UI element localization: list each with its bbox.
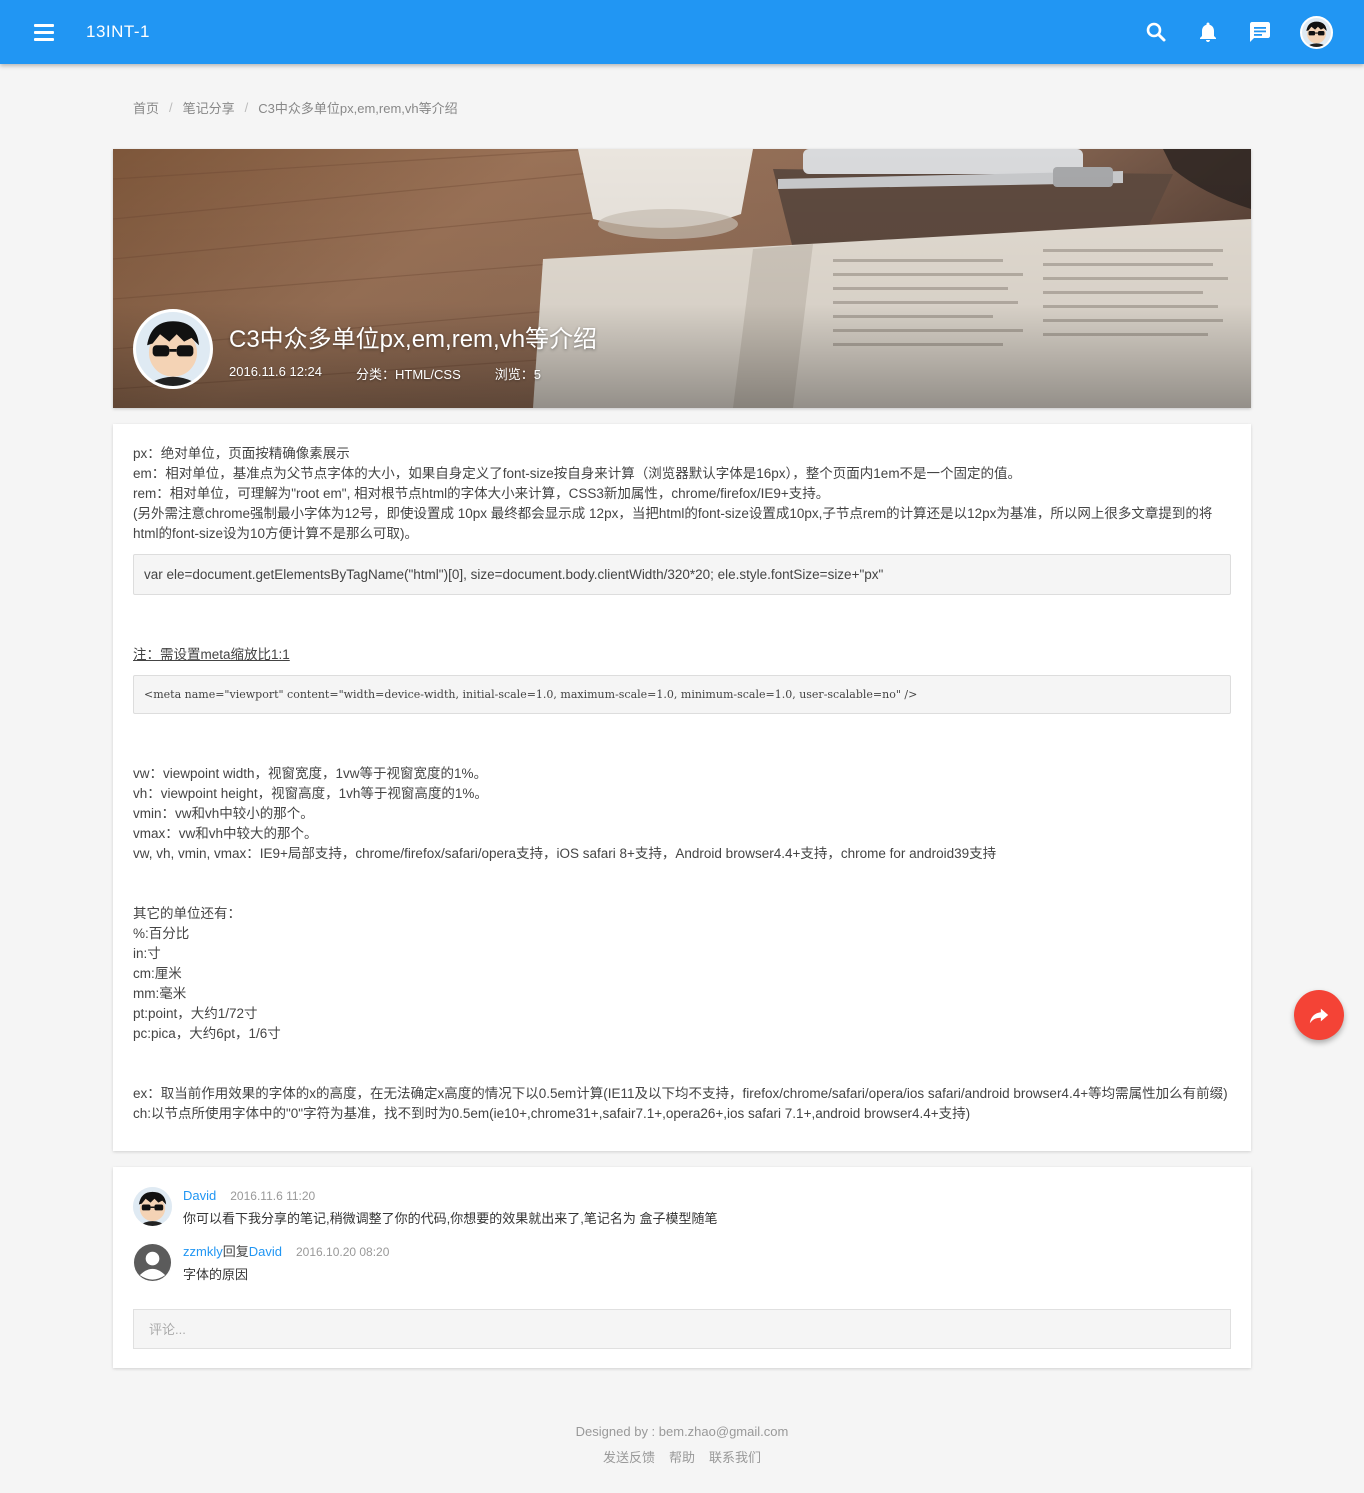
paragraph: em：相对单位，基准点为父节点字体的大小，如果自身定义了font-size按自身… xyxy=(133,466,1022,481)
article-title: C3中众多单位px,em,rem,vh等介绍 xyxy=(229,326,598,353)
comment-user[interactable]: zzmkly xyxy=(183,1244,223,1259)
comments-section: David 2016.11.6 11:20 你可以看下我分享的笔记,稍微调整了你的… xyxy=(113,1167,1251,1368)
article-views: 浏览：5 xyxy=(494,367,541,382)
user-icon xyxy=(133,1243,172,1282)
breadcrumb-separator: / xyxy=(169,100,173,115)
reply-target-user[interactable]: David xyxy=(249,1244,282,1259)
top-app-bar: 13INT-1 xyxy=(0,0,1364,64)
breadcrumb-notes[interactable]: 笔记分享 xyxy=(183,98,235,117)
menu-icon[interactable] xyxy=(28,20,60,46)
breadcrumb-current: C3中众多单位px,em,rem,vh等介绍 xyxy=(258,101,458,116)
paragraph: vw, vh, vmin, vmax：IE9+局部支持，chrome/firef… xyxy=(133,846,997,861)
message-icon[interactable] xyxy=(1248,20,1272,44)
app-title: 13INT-1 xyxy=(86,22,150,41)
paragraph: ch:以节点所使用字体中的"0"字符为基准，找不到时为0.5em(ie10+,c… xyxy=(133,1106,971,1121)
paragraph: px：绝对单位，页面按精确像素展示 xyxy=(133,446,350,461)
reply-label: 回复 xyxy=(222,1244,249,1259)
comment-time: 2016.10.20 08:20 xyxy=(295,1245,390,1259)
code-block: var ele=document.getElementsByTagName("h… xyxy=(133,554,1231,595)
search-icon[interactable] xyxy=(1144,20,1168,44)
paragraph: cm:厘米 xyxy=(133,966,182,981)
note-text: 注：需设置meta缩放比1:1 xyxy=(133,647,290,662)
comment-user[interactable]: David xyxy=(183,1188,216,1203)
comment-item: zzmkly回复David 2016.10.20 08:20 字体的原因 xyxy=(133,1243,1231,1299)
paragraph: vh：viewpoint height，视窗高度，1vh等于视窗高度的1%。 xyxy=(133,786,488,801)
breadcrumb: 首页 / 笔记分享 / C3中众多单位px,em,rem,vh等介绍 xyxy=(133,98,458,117)
paragraph: vmax：vw和vh中较大的那个。 xyxy=(133,826,318,841)
paragraph: (另外需注意chrome强制最小字体为12号，即使设置成 10px 最终都会显示… xyxy=(133,506,1213,541)
article-body: px：绝对单位，页面按精确像素展示 em：相对单位，基准点为父节点字体的大小，如… xyxy=(113,424,1251,1151)
breadcrumb-home[interactable]: 首页 xyxy=(133,98,159,117)
footer-link-feedback[interactable]: 发送反馈 xyxy=(603,1447,655,1466)
paragraph: pt:point，大约1/72寸 xyxy=(133,1006,258,1021)
comment-input[interactable] xyxy=(133,1309,1231,1349)
article-date: 2016.11.6 12:24 xyxy=(229,364,323,379)
article-hero: C3中众多单位px,em,rem,vh等介绍 2016.11.6 12:24 分… xyxy=(113,149,1251,408)
share-button[interactable] xyxy=(1294,990,1344,1040)
article-meta: 2016.11.6 12:24 分类：HTML/CSS 浏览：5 xyxy=(229,364,541,383)
paragraph: mm:毫米 xyxy=(133,986,187,1001)
paragraph: vw：viewpoint width，视窗宽度，1vw等于视窗宽度的1%。 xyxy=(133,766,488,781)
paragraph: rem：相对单位，可理解为"root em", 相对根节点html的字体大小来计… xyxy=(133,486,830,501)
author-avatar[interactable] xyxy=(133,309,213,389)
code-block: <meta name="viewport" content="width=dev… xyxy=(133,675,1231,714)
comment-text: 字体的原因 xyxy=(183,1267,249,1282)
comment-avatar[interactable] xyxy=(133,1243,172,1282)
footer-link-contact[interactable]: 联系我们 xyxy=(709,1447,761,1466)
comment-text: 你可以看下我分享的笔记,稍微调整了你的代码,你想要的效果就出来了,笔记名为 盒子… xyxy=(183,1211,718,1226)
footer: Designed by : bem.zhao@gmail.com 发送反馈 帮助… xyxy=(0,1424,1364,1466)
share-icon xyxy=(1309,1008,1329,1024)
footer-credit: Designed by : bem.zhao@gmail.com xyxy=(575,1424,789,1439)
paragraph: 其它的单位还有： xyxy=(133,906,241,921)
paragraph: in:寸 xyxy=(133,946,161,961)
footer-link-help[interactable]: 帮助 xyxy=(669,1447,695,1466)
breadcrumb-separator: / xyxy=(244,100,249,115)
avatar[interactable] xyxy=(1300,16,1333,49)
bell-icon[interactable] xyxy=(1196,20,1220,44)
article-category[interactable]: 分类：HTML/CSS xyxy=(356,364,461,383)
paragraph: vmin：vw和vh中较小的那个。 xyxy=(133,806,314,821)
paragraph: %:百分比 xyxy=(133,926,190,941)
paragraph: ex：取当前作用效果的字体的x的高度，在无法确定x高度的情况下以0.5em计算(… xyxy=(133,1086,1228,1101)
comment-time: 2016.11.6 11:20 xyxy=(230,1189,316,1203)
comment-item: David 2016.11.6 11:20 你可以看下我分享的笔记,稍微调整了你的… xyxy=(133,1187,1231,1243)
paragraph: pc:pica，大约6pt，1/6寸 xyxy=(133,1026,281,1041)
comment-avatar[interactable] xyxy=(133,1187,172,1226)
